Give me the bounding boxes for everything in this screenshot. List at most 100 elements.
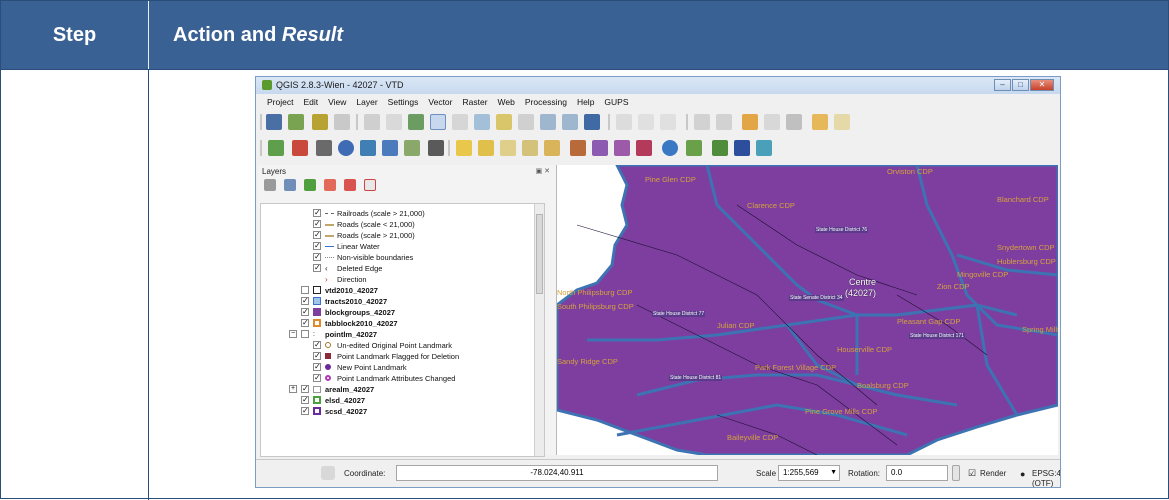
move-feature-icon[interactable] bbox=[522, 140, 538, 156]
gups-tool-1-icon[interactable] bbox=[570, 140, 586, 156]
layer-item[interactable]: ✓ blockgroups_42027 bbox=[261, 307, 544, 318]
layer-item[interactable]: ✓ Roads (scale > 21,000) bbox=[261, 230, 544, 241]
refresh-icon[interactable] bbox=[584, 114, 600, 130]
layer-checkbox[interactable]: ✓ bbox=[301, 319, 309, 327]
layer-item[interactable]: ✓ Railroads (scale > 21,000) bbox=[261, 208, 544, 219]
zoom-in-icon[interactable] bbox=[430, 114, 446, 130]
remove-layer-icon[interactable] bbox=[364, 179, 376, 191]
layer-item[interactable]: ✓ tracts2010_42027 bbox=[261, 296, 544, 307]
eye-icon[interactable] bbox=[284, 179, 296, 191]
toggle-editing-icon[interactable] bbox=[456, 140, 472, 156]
menu-web[interactable]: Web bbox=[493, 95, 520, 109]
layer-checkbox[interactable]: ✓ bbox=[301, 396, 309, 404]
new-layer-icon[interactable] bbox=[428, 140, 444, 156]
layer-checkbox[interactable]: ✓ bbox=[313, 363, 321, 371]
menu-settings[interactable]: Settings bbox=[383, 95, 424, 109]
close-icon[interactable]: ✕ bbox=[1030, 79, 1054, 91]
add-wfs-icon[interactable] bbox=[404, 140, 420, 156]
add-wms-icon[interactable] bbox=[338, 140, 354, 156]
node-tool-icon[interactable] bbox=[544, 140, 560, 156]
add-spatialite-icon[interactable] bbox=[360, 140, 376, 156]
gups-globe-icon[interactable] bbox=[662, 140, 678, 156]
scale-combobox[interactable]: 1:255,569 ▼ bbox=[778, 465, 840, 481]
save-edits-icon[interactable] bbox=[478, 140, 494, 156]
zoom-selection-icon[interactable] bbox=[518, 114, 534, 130]
layer-checkbox[interactable]: ✓ bbox=[301, 385, 309, 393]
layer-checkbox[interactable]: ✓ bbox=[313, 209, 321, 217]
annotation-icon[interactable] bbox=[742, 114, 758, 130]
layer-item[interactable]: ✓ Roads (scale < 21,000) bbox=[261, 219, 544, 230]
undo-icon[interactable] bbox=[638, 114, 654, 130]
gups-tool-2-icon[interactable] bbox=[592, 140, 608, 156]
menu-view[interactable]: View bbox=[323, 95, 351, 109]
layer-item[interactable]: › Direction bbox=[261, 274, 544, 285]
scrollbar-thumb[interactable] bbox=[536, 214, 543, 294]
coordinate-field[interactable]: -78.024,40.911 bbox=[396, 465, 718, 481]
layer-checkbox[interactable] bbox=[301, 286, 309, 294]
pan-hand-icon[interactable] bbox=[386, 114, 402, 130]
crs-globe-icon[interactable]: ● bbox=[1020, 469, 1025, 479]
chevron-down-icon[interactable]: ▼ bbox=[830, 466, 837, 480]
bookmark-icon[interactable] bbox=[812, 114, 828, 130]
layer-item[interactable]: −: pointlm_42027 bbox=[261, 329, 544, 340]
layer-checkbox[interactable]: ✓ bbox=[313, 264, 321, 272]
expand-all-icon[interactable] bbox=[324, 179, 336, 191]
layer-tree-scrollbar[interactable] bbox=[534, 204, 544, 456]
new-project-icon[interactable] bbox=[288, 114, 304, 130]
redo-icon[interactable] bbox=[660, 114, 676, 130]
collapse-toggle[interactable]: − bbox=[289, 330, 297, 338]
menu-vector[interactable]: Vector bbox=[423, 95, 457, 109]
layer-checkbox[interactable]: ✓ bbox=[301, 407, 309, 415]
select-icon[interactable] bbox=[364, 114, 380, 130]
add-vector-icon[interactable] bbox=[268, 140, 284, 156]
layer-checkbox[interactable]: ✓ bbox=[301, 297, 309, 305]
gups-map-icon[interactable] bbox=[756, 140, 772, 156]
open-styling-icon[interactable] bbox=[264, 179, 276, 191]
layer-checkbox[interactable]: ✓ bbox=[313, 231, 321, 239]
collapse-all-icon[interactable] bbox=[344, 179, 356, 191]
layer-item[interactable]: ✓ Un-edited Original Point Landmark bbox=[261, 340, 544, 351]
menu-help[interactable]: Help bbox=[572, 95, 599, 109]
layer-checkbox[interactable]: ✓ bbox=[313, 220, 321, 228]
menu-raster[interactable]: Raster bbox=[458, 95, 493, 109]
maximize-icon[interactable]: □ bbox=[1012, 79, 1029, 91]
zoom-full-icon[interactable] bbox=[474, 114, 490, 130]
layer-item[interactable]: ✓ Non-visible boundaries bbox=[261, 252, 544, 263]
add-delimited-icon[interactable] bbox=[316, 140, 332, 156]
add-raster-icon[interactable] bbox=[292, 140, 308, 156]
layer-checkbox[interactable]: ✓ bbox=[313, 374, 321, 382]
layer-item[interactable]: ✓ ‹ Deleted Edge bbox=[261, 263, 544, 274]
panel-float-close-icon[interactable]: ▣ ✕ bbox=[536, 167, 550, 175]
label-icon[interactable] bbox=[764, 114, 780, 130]
open-project-icon[interactable] bbox=[312, 114, 328, 130]
render-checkbox-icon[interactable]: ☑ bbox=[968, 468, 976, 478]
gups-tool-3-icon[interactable] bbox=[614, 140, 630, 156]
layer-checkbox[interactable]: ✓ bbox=[301, 308, 309, 316]
measure-icon[interactable] bbox=[716, 114, 732, 130]
menu-project[interactable]: Project bbox=[262, 95, 298, 109]
crs-label[interactable]: EPSG:4269 (OTF) bbox=[1032, 469, 1060, 487]
gups-check-icon[interactable] bbox=[686, 140, 702, 156]
layer-item[interactable]: + ✓ arealm_42027 bbox=[261, 384, 544, 395]
menu-layer[interactable]: Layer bbox=[351, 95, 382, 109]
pan-to-selection-icon[interactable] bbox=[408, 114, 424, 130]
flag-icon[interactable] bbox=[734, 140, 750, 156]
layer-checkbox[interactable]: ✓ bbox=[313, 253, 321, 261]
save-icon[interactable] bbox=[266, 114, 282, 130]
layer-checkbox[interactable]: ✓ bbox=[313, 341, 321, 349]
layer-item[interactable]: ✓ tabblock2010_42027 bbox=[261, 318, 544, 329]
map-tips-icon[interactable] bbox=[786, 114, 802, 130]
layer-item[interactable]: ✓ Point Landmark Attributes Changed bbox=[261, 373, 544, 384]
layer-item[interactable]: ✓ Point Landmark Flagged for Deletion bbox=[261, 351, 544, 362]
layer-checkbox[interactable]: ✓ bbox=[313, 352, 321, 360]
minimize-icon[interactable]: – bbox=[994, 79, 1011, 91]
menu-gups[interactable]: GUPS bbox=[599, 95, 633, 109]
layer-item[interactable]: ✓ elsd_42027 bbox=[261, 395, 544, 406]
zoom-next-icon[interactable] bbox=[562, 114, 578, 130]
filter-icon[interactable] bbox=[304, 179, 316, 191]
zoom-last-icon[interactable] bbox=[540, 114, 556, 130]
zoom-to-layer-icon[interactable] bbox=[496, 114, 512, 130]
add-feature-icon[interactable] bbox=[500, 140, 516, 156]
layer-checkbox[interactable] bbox=[301, 330, 309, 338]
attribute-table-icon[interactable] bbox=[616, 114, 632, 130]
